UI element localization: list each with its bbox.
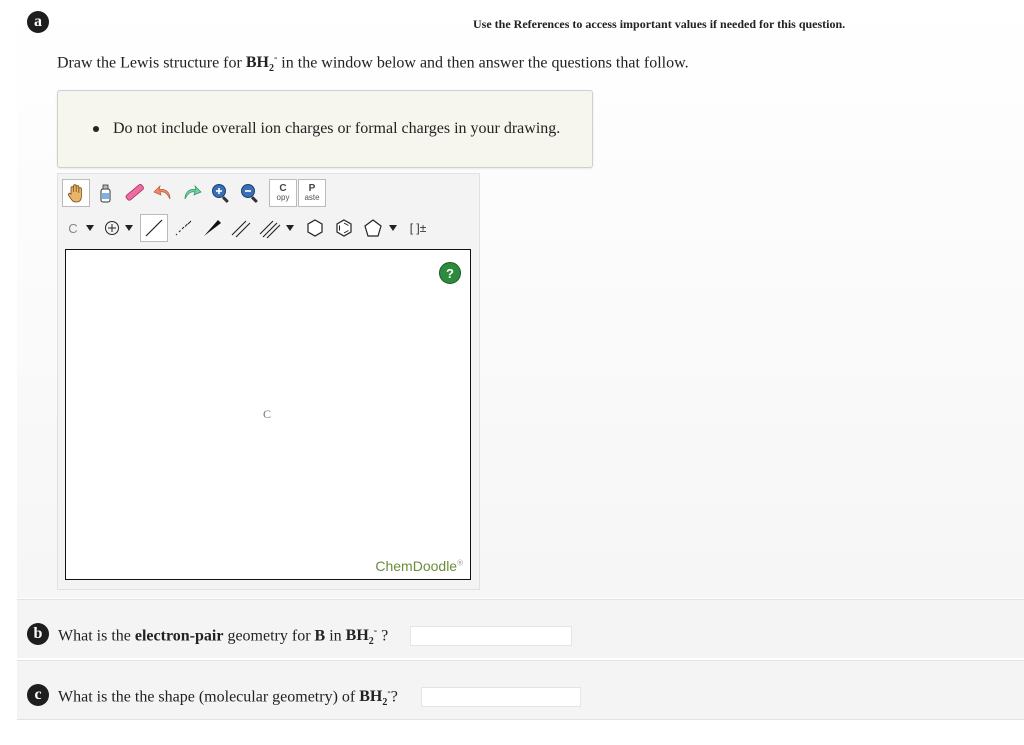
toolbar-row-1: C opy P aste [62, 179, 327, 207]
formula-bh2: BH2- [245, 53, 278, 75]
charge-dropdown-arrow[interactable] [124, 214, 134, 242]
caret-down-icon [389, 225, 397, 231]
eraser-tool-button[interactable] [120, 179, 148, 207]
redo-icon [184, 184, 202, 200]
double-bond-icon [231, 220, 251, 238]
part-a-badge: a [27, 11, 49, 33]
copy-button[interactable]: C opy [269, 179, 297, 207]
formula-bh2: BH2- [345, 626, 378, 648]
double-bond-button[interactable] [227, 214, 255, 242]
question-a-suffix: in the window below and then answer the … [277, 54, 689, 72]
triple-bond-button[interactable] [256, 214, 284, 242]
ring-dropdown-arrow[interactable] [388, 214, 398, 242]
caret-down-icon [86, 225, 94, 231]
question-a-prefix: Draw the Lewis structure for [57, 54, 246, 72]
hashed-bond-icon [175, 220, 192, 236]
molecular-geometry-input[interactable] [421, 687, 581, 707]
hexagon-ring-button[interactable] [301, 214, 329, 242]
zoom-in-icon [212, 184, 229, 203]
zoom-in-button[interactable] [207, 179, 235, 207]
question-b-text: What is the electron-pair geometry for B… [58, 626, 389, 648]
hand-icon [67, 184, 82, 203]
formula-bh2: BH2- [359, 687, 391, 709]
wedge-bond-button[interactable] [198, 214, 226, 242]
zoom-out-icon [241, 184, 258, 203]
undo-button[interactable] [149, 179, 177, 207]
atom-label-button[interactable]: C [62, 214, 84, 242]
pentagon-icon [364, 219, 382, 237]
clear-tool-button[interactable] [91, 179, 119, 207]
part-c-badge: c [27, 684, 49, 706]
paste-button[interactable]: P aste [298, 179, 326, 207]
question-a-text: Draw the Lewis structure for BH2- in the… [57, 53, 689, 75]
instruction-note: Do not include overall ion charges or fo… [57, 90, 593, 168]
triple-bond-icon [259, 220, 281, 239]
bottle-icon [100, 184, 111, 203]
references-notice: Use the References to access important v… [473, 17, 846, 31]
single-bond-button[interactable] [140, 214, 168, 242]
chemdoodle-logo: ChemDoodle® [375, 558, 463, 574]
part-b-badge: b [27, 623, 49, 645]
canvas-carbon-atom[interactable]: C [263, 407, 271, 422]
electron-pair-geometry-input[interactable] [410, 626, 572, 646]
eraser-icon [125, 184, 144, 201]
hand-tool-button[interactable] [62, 179, 90, 207]
help-button[interactable]: ? [439, 262, 461, 284]
benzene-ring-button[interactable] [330, 214, 358, 242]
bullet-icon [93, 126, 99, 132]
redo-button[interactable] [178, 179, 206, 207]
toolbar-row-2: C []± [62, 214, 433, 242]
zoom-out-button[interactable] [236, 179, 264, 207]
bond-dropdown-arrow[interactable] [285, 214, 295, 242]
caret-down-icon [125, 225, 133, 231]
instruction-bullet: Do not include overall ion charges or fo… [93, 120, 560, 138]
question-c-text: What is the the shape (molecular geometr… [58, 687, 398, 709]
bracket-charge-button[interactable]: [ ]± [404, 214, 432, 242]
charge-button[interactable] [101, 214, 123, 242]
plus-circle-icon [105, 221, 119, 235]
pentagon-ring-button[interactable] [359, 214, 387, 242]
hexagon-icon [307, 219, 323, 237]
dashed-bond-button[interactable] [169, 214, 197, 242]
benzene-icon [336, 219, 352, 237]
atom-dropdown-arrow[interactable] [85, 214, 95, 242]
drawing-canvas[interactable]: ? C ChemDoodle® [65, 249, 471, 580]
single-bond-icon [145, 219, 163, 237]
wedge-bond-icon [204, 220, 221, 236]
undo-icon [153, 184, 171, 200]
caret-down-icon [286, 225, 294, 231]
